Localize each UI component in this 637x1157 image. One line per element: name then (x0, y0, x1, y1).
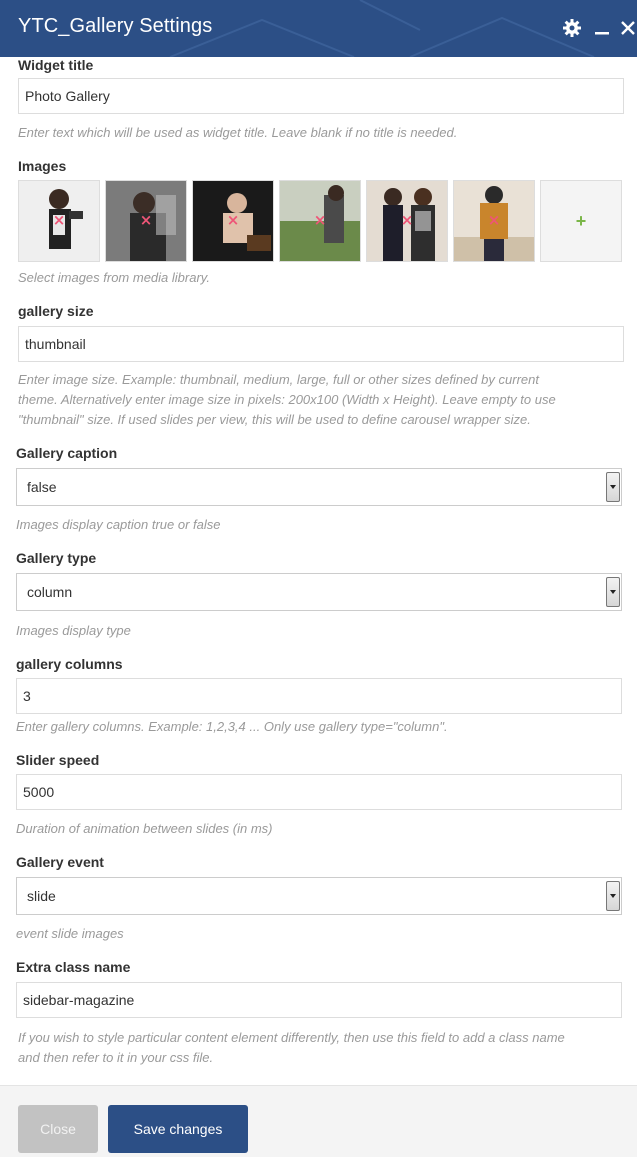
gallery-size-label: gallery size (18, 303, 94, 319)
slider-speed-label: Slider speed (16, 752, 100, 768)
remove-image-icon[interactable]: × (486, 212, 502, 228)
gallery-event-label: Gallery event (16, 854, 104, 870)
select-arrow-icon[interactable] (606, 577, 620, 607)
gallery-event-value: slide (27, 888, 56, 904)
gallery-size-help: Enter image size. Example: thumbnail, me… (18, 372, 556, 427)
gallery-columns-input[interactable]: 3 (16, 678, 622, 714)
dialog-footer: Close Save changes (0, 1085, 637, 1157)
images-label: Images (18, 158, 67, 174)
extra-class-label: Extra class name (16, 959, 131, 975)
gallery-caption-select[interactable]: false (16, 468, 622, 506)
dialog-header: YTC_Gallery Settings (0, 0, 637, 57)
image-thumbnail[interactable]: × (366, 180, 448, 262)
gallery-type-value: column (27, 584, 73, 600)
gallery-columns-label: gallery columns (16, 656, 123, 672)
select-arrow-icon[interactable] (606, 472, 620, 502)
close-icon[interactable] (617, 17, 637, 39)
image-thumbnail[interactable]: × (453, 180, 535, 262)
gallery-event-help: event slide images (16, 926, 124, 941)
save-changes-button[interactable]: Save changes (108, 1105, 248, 1153)
extra-class-input[interactable]: sidebar-magazine (16, 982, 622, 1018)
gear-icon[interactable] (561, 17, 583, 39)
gallery-type-label: Gallery type (16, 550, 97, 566)
widget-title-input[interactable]: Photo Gallery (18, 78, 624, 114)
remove-image-icon[interactable]: × (225, 212, 241, 228)
add-image-icon[interactable]: + (540, 180, 622, 262)
slider-speed-input[interactable]: 5000 (16, 774, 622, 810)
gallery-caption-value: false (27, 479, 57, 495)
remove-image-icon[interactable]: × (312, 212, 328, 228)
gallery-type-help: Images display type (16, 623, 131, 638)
widget-title-help: Enter text which will be used as widget … (18, 125, 458, 140)
extra-class-help: If you wish to style particular content … (18, 1030, 565, 1065)
gallery-type-select[interactable]: column (16, 573, 622, 611)
slider-speed-help: Duration of animation between slides (in… (16, 821, 273, 836)
image-thumbnail[interactable]: × (192, 180, 274, 262)
remove-image-icon[interactable]: × (399, 212, 415, 228)
gallery-caption-help: Images display caption true or false (16, 517, 221, 532)
select-arrow-icon[interactable] (606, 881, 620, 911)
images-help: Select images from media library. (18, 270, 210, 285)
image-thumbnail[interactable]: × (105, 180, 187, 262)
gallery-size-input[interactable]: thumbnail (18, 326, 624, 362)
dialog-title: YTC_Gallery Settings (18, 15, 213, 37)
widget-title-label: Widget title (18, 57, 94, 73)
remove-image-icon[interactable]: × (138, 212, 154, 228)
settings-form: Widget title Photo Gallery Enter text wh… (0, 57, 637, 1085)
image-thumbnail[interactable]: × (18, 180, 100, 262)
close-button[interactable]: Close (18, 1105, 98, 1153)
image-thumbnail[interactable]: × (279, 180, 361, 262)
gallery-event-select[interactable]: slide (16, 877, 622, 915)
gallery-caption-label: Gallery caption (16, 445, 118, 461)
remove-image-icon[interactable]: × (51, 212, 67, 228)
minimize-icon[interactable] (591, 17, 613, 39)
gallery-columns-help: Enter gallery columns. Example: 1,2,3,4 … (16, 719, 448, 734)
